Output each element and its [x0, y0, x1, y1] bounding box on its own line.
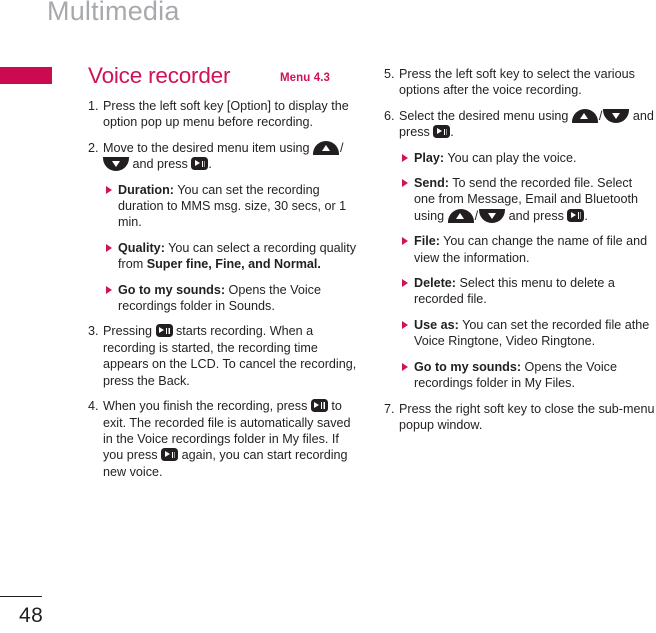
triangle-bullet-icon — [402, 175, 414, 224]
bullet-label: Send: — [414, 176, 449, 191]
step-text-part: and press — [129, 157, 192, 172]
bullet-item: Duration: You can set the recording dura… — [106, 182, 360, 231]
step-item: 4. When you finish the recording, press … — [88, 398, 360, 480]
bullet-description: . — [584, 208, 588, 223]
play-pause-key-icon — [155, 324, 173, 338]
triangle-bullet-icon — [402, 317, 414, 350]
triangle-bullet-icon — [402, 233, 414, 266]
nav-up-key-icon — [313, 140, 340, 155]
bullet-text: Duration: You can set the recording dura… — [118, 182, 360, 231]
step-text-part: When you finish the recording, press — [103, 399, 311, 414]
step-text-part: Select the desired menu using — [399, 108, 572, 123]
bullet-label: Play: — [414, 150, 445, 165]
step-text-part: Pressing — [103, 324, 156, 339]
play-pause-key-icon — [567, 208, 585, 222]
bullet-text: Play: You can play the voice. — [414, 150, 656, 166]
bullet-label: Duration: — [118, 182, 174, 197]
step-text-part: . — [208, 157, 212, 172]
nav-down-key-icon — [103, 157, 129, 172]
bullet-item: Quality: You can select a recording qual… — [106, 240, 360, 273]
step-text: Press the right soft key to close the su… — [399, 401, 655, 432]
triangle-bullet-icon — [106, 240, 118, 273]
bullet-text: File: You can change the name of file an… — [414, 233, 656, 266]
step-item: 6. Select the desired menu using / and p… — [384, 108, 656, 141]
triangle-bullet-icon — [402, 275, 414, 308]
step-number: 3. — [88, 324, 99, 339]
bullet-label: Delete: — [414, 276, 456, 291]
bullet-item: Play: You can play the voice. — [402, 150, 656, 166]
bullet-emphasis: Super fine, Fine, and Normal. — [146, 257, 321, 272]
content-columns: Voice recorder Menu 4.3 1. Press the lef… — [0, 0, 656, 633]
step-text: Press the left soft key to select the va… — [399, 67, 635, 98]
bullet-text: Delete: Select this menu to delete a rec… — [414, 275, 656, 308]
bullet-label: Go to my sounds: — [414, 359, 522, 374]
play-pause-key-icon — [310, 399, 328, 413]
step-number: 7. — [384, 401, 395, 416]
play-pause-key-icon — [433, 125, 451, 139]
bullet-description: You can change the name of file and view… — [414, 234, 648, 265]
bullet-description: and press — [505, 208, 568, 223]
step-text: Move to the desired menu item using / an… — [103, 140, 360, 173]
triangle-bullet-icon — [106, 282, 118, 315]
step-item: 7. Press the right soft key to close the… — [384, 401, 656, 434]
step-number: 1. — [88, 99, 99, 113]
bullet-label: Go to my sounds: — [118, 282, 226, 297]
bullet-text: Quality: You can select a recording qual… — [118, 240, 360, 273]
step-item: 2. Move to the desired menu item using /… — [88, 140, 360, 173]
bullet-description: You can play the voice. — [444, 150, 577, 165]
bullet-label: File: — [414, 234, 440, 249]
bullet-label: Quality: — [118, 240, 165, 255]
menu-code-badge: Menu 4.3 — [279, 72, 330, 84]
nav-down-key-icon — [479, 208, 506, 223]
step-number: 4. — [88, 399, 99, 414]
bullet-text: Send: To send the recorded file. Select … — [414, 175, 656, 224]
step-text-part: Move to the desired menu item using — [103, 140, 314, 155]
left-column: Voice recorder Menu 4.3 1. Press the lef… — [88, 63, 360, 489]
step-text-part: . — [450, 125, 454, 140]
bullet-item: Send: To send the recorded file. Select … — [402, 175, 656, 224]
step-text: Press the left soft key [Option] to disp… — [103, 99, 349, 130]
nav-up-key-icon — [571, 108, 598, 123]
step-item: 5. Press the left soft key to select the… — [384, 66, 656, 99]
bullet-item: Use as: You can set the recorded file at… — [402, 317, 656, 350]
nav-down-key-icon — [603, 108, 630, 123]
triangle-bullet-icon — [402, 150, 414, 166]
section-title: Voice recorder — [88, 63, 231, 88]
bullet-text: Go to my sounds: Opens the Voice recordi… — [118, 282, 360, 315]
footer-divider — [0, 596, 42, 598]
step-item: 3. Pressing starts recording. When a rec… — [88, 323, 360, 389]
step-number: 6. — [384, 108, 395, 123]
separator-slash: / — [340, 140, 344, 155]
nav-up-key-icon — [447, 208, 474, 223]
section-title-row: Voice recorder Menu 4.3 — [88, 63, 360, 98]
step-text: When you finish the recording, press to … — [103, 398, 360, 480]
triangle-bullet-icon — [106, 182, 118, 231]
play-pause-key-icon — [191, 157, 209, 171]
step-text: Pressing starts recording. When a record… — [103, 323, 360, 389]
bullet-label: Use as: — [414, 317, 459, 332]
right-column: 5. Press the left soft key to select the… — [384, 66, 656, 442]
page-number: 48 — [19, 604, 44, 627]
triangle-bullet-icon — [402, 359, 414, 392]
bullet-text: Use as: You can set the recorded file at… — [414, 317, 656, 350]
bullet-item: File: You can change the name of file an… — [402, 233, 656, 266]
play-pause-key-icon — [161, 448, 179, 462]
bullet-item: Go to my sounds: Opens the Voice recordi… — [106, 282, 360, 315]
step-number: 5. — [384, 67, 395, 81]
step-text: Select the desired menu using / and pres… — [399, 108, 656, 141]
bullet-item: Go to my sounds: Opens the Voice recordi… — [402, 359, 656, 392]
step-number: 2. — [88, 140, 99, 155]
step-item: 1. Press the left soft key [Option] to d… — [88, 98, 360, 131]
bullet-item: Delete: Select this menu to delete a rec… — [402, 275, 656, 308]
bullet-text: Go to my sounds: Opens the Voice recordi… — [414, 359, 656, 392]
